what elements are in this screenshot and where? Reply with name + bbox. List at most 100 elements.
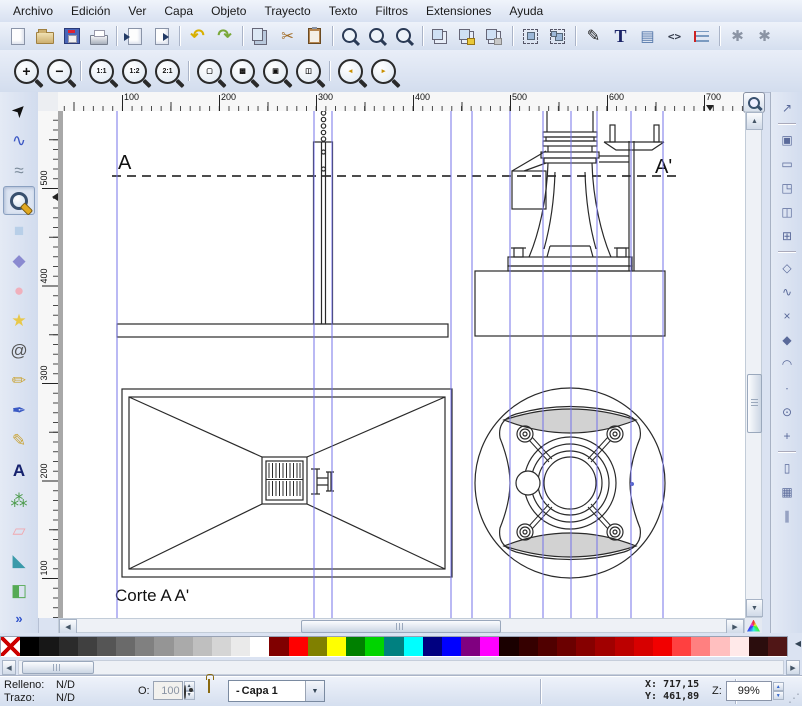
export-icon[interactable] <box>149 23 174 49</box>
bucket-tool[interactable]: ◣ <box>3 546 35 575</box>
save-document-icon[interactable] <box>59 23 84 49</box>
palette-swatch[interactable] <box>174 637 193 656</box>
menu-ayuda[interactable]: Ayuda <box>500 2 552 20</box>
palette-swatch[interactable] <box>135 637 154 656</box>
scroll-up-arrow[interactable]: ▲ <box>746 112 763 130</box>
palette-swatch[interactable] <box>78 637 97 656</box>
tweak-tool[interactable]: ≈ <box>3 156 35 185</box>
duplicate-icon[interactable] <box>428 23 453 49</box>
zoom-2-1-icon[interactable]: 2:1 <box>155 59 180 84</box>
snap-bbox-centers-icon[interactable]: ⊞ <box>775 224 799 247</box>
vertical-ruler[interactable]: 500400300200100 <box>38 111 59 618</box>
ungroup-objects-icon[interactable] <box>545 23 570 49</box>
palette-swatch[interactable] <box>749 637 768 656</box>
box3d-tool[interactable]: ◆ <box>3 246 35 275</box>
zoom-drawing-icon[interactable] <box>365 23 390 49</box>
gradient-tool[interactable]: ◧ <box>3 576 35 605</box>
snap-bbox-edges-icon[interactable]: ▭ <box>775 152 799 175</box>
drawing-canvas[interactable]: A A' Corte A A' <box>58 111 745 618</box>
layer-visibility-toggle[interactable] <box>184 686 186 698</box>
palette-swatch[interactable] <box>308 637 327 656</box>
zoom-next-icon[interactable]: ▸ <box>371 59 396 84</box>
import-icon[interactable] <box>122 23 147 49</box>
menu-capa[interactable]: Capa <box>155 2 202 20</box>
palette-swatch[interactable] <box>653 637 672 656</box>
lifting-chain[interactable] <box>321 111 325 141</box>
menu-texto[interactable]: Texto <box>320 2 367 20</box>
text-tool[interactable]: A <box>3 456 35 485</box>
zoom-out-icon[interactable]: − <box>47 59 72 84</box>
snap-cusp-nodes-icon[interactable]: ◆ <box>775 328 799 351</box>
window-resize-grip[interactable]: ⋰ <box>788 691 800 705</box>
snap-smooth-nodes-icon[interactable]: ◠ <box>775 352 799 375</box>
layer-lock-toggle[interactable] <box>208 680 210 692</box>
zoom-field[interactable]: 99% <box>726 681 772 701</box>
menu-edición[interactable]: Edición <box>62 2 119 20</box>
text-dialog-icon[interactable]: T <box>608 23 633 49</box>
palette-swatch[interactable] <box>710 637 729 656</box>
zoom-drawing-icon[interactable]: ▩ <box>230 59 255 84</box>
palette-swatch[interactable] <box>327 637 346 656</box>
menu-extensiones[interactable]: Extensiones <box>417 2 500 20</box>
snap-nodes-icon[interactable]: ◇ <box>775 256 799 279</box>
palette-swatch[interactable] <box>269 637 288 656</box>
zoom-control[interactable]: Z: 99% ▲▼ <box>712 681 784 701</box>
pencil-tool[interactable]: ✏ <box>3 366 35 395</box>
palette-swatch[interactable] <box>365 637 384 656</box>
snap-bbox-icon[interactable]: ▣ <box>775 128 799 151</box>
palette-swatch-none[interactable] <box>1 637 20 656</box>
menu-archivo[interactable]: Archivo <box>4 2 62 20</box>
document-properties-icon[interactable]: ✱ <box>752 23 777 49</box>
color-palette[interactable] <box>0 636 788 657</box>
zoom-page-width-icon[interactable]: ◫ <box>296 59 321 84</box>
palette-swatch[interactable] <box>538 637 557 656</box>
spin-down-icon[interactable]: ▼ <box>773 691 784 700</box>
pump-plan-view[interactable] <box>475 388 665 578</box>
palette-swatch[interactable] <box>39 637 58 656</box>
palette-swatch[interactable] <box>615 637 634 656</box>
snap-bbox-corners-icon[interactable]: ◳ <box>775 176 799 199</box>
star-tool[interactable]: ★ <box>3 306 35 335</box>
zoom-tool[interactable] <box>3 186 35 215</box>
fill-stroke-indicator[interactable]: Relleno: N/D Trazo: N/D <box>4 679 90 704</box>
palette-swatch[interactable] <box>231 637 250 656</box>
fill-stroke-dialog-icon[interactable]: ✎ <box>581 23 606 49</box>
menu-objeto[interactable]: Objeto <box>202 2 255 20</box>
horizontal-scrollbar[interactable]: ◀ ▶ <box>58 618 745 633</box>
node-tool[interactable]: ∿ <box>3 126 35 155</box>
menu-ver[interactable]: Ver <box>119 2 155 20</box>
new-document-icon[interactable] <box>5 23 30 49</box>
guide-pole[interactable] <box>314 142 333 324</box>
zoom-selection-icon[interactable] <box>338 23 363 49</box>
palette-swatch[interactable] <box>499 637 518 656</box>
section-label-a[interactable]: A <box>118 152 132 174</box>
palette-swatch[interactable] <box>250 637 269 656</box>
palette-swatch[interactable] <box>519 637 538 656</box>
snap-object-centers-icon[interactable]: ⊙ <box>775 400 799 423</box>
calligraphy-tool[interactable]: ✎ <box>3 426 35 455</box>
scroll-left-arrow[interactable]: ◀ <box>59 619 77 634</box>
zoom-page-icon[interactable]: ▣ <box>263 59 288 84</box>
snap-line-midpoints-icon[interactable]: ∙ <box>775 376 799 399</box>
toolbox-overflow-icon[interactable]: » <box>0 611 38 626</box>
xml-editor-icon[interactable]: <> <box>662 23 687 49</box>
palette-swatch[interactable] <box>480 637 499 656</box>
zoom-1-1-icon[interactable]: 1:1 <box>89 59 114 84</box>
menu-filtros[interactable]: Filtros <box>366 2 417 20</box>
horizontal-ruler[interactable]: 100200300400500600700 <box>58 92 745 112</box>
palette-swatch[interactable] <box>59 637 78 656</box>
palette-swatch[interactable] <box>442 637 461 656</box>
group-objects-icon[interactable] <box>518 23 543 49</box>
snap-path-intersections-icon[interactable]: × <box>775 304 799 327</box>
drawing-caption[interactable]: Corte A A' <box>115 586 189 605</box>
rectangle-tool[interactable]: ■ <box>3 216 35 245</box>
snap-grid-icon[interactable]: ▦ <box>775 480 799 503</box>
create-clone-icon[interactable] <box>455 23 480 49</box>
layer-selector[interactable]: - Capa 1 ▼ <box>228 680 325 702</box>
palette-swatch[interactable] <box>116 637 135 656</box>
palette-swatch[interactable] <box>595 637 614 656</box>
opacity-field[interactable]: 100 <box>153 681 183 700</box>
spray-tool[interactable]: ⁂ <box>3 486 35 515</box>
palette-swatch[interactable] <box>557 637 576 656</box>
spin-up-icon[interactable]: ▲ <box>773 682 784 691</box>
